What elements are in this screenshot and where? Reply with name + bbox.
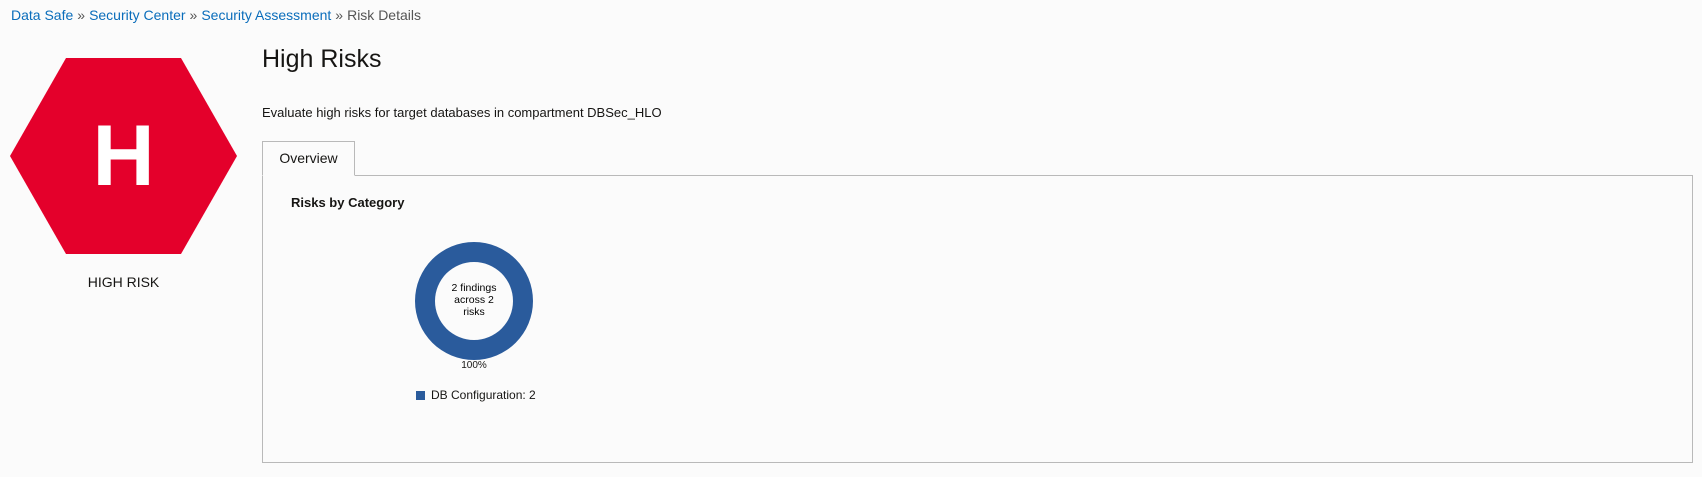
high-risk-hexagon-icon: H — [10, 58, 237, 254]
chart-legend-item[interactable]: DB Configuration: 2 — [416, 388, 536, 402]
legend-label: DB Configuration: 2 — [431, 388, 536, 402]
donut-center-line: 2 findings — [451, 282, 497, 294]
tab-overview[interactable]: Overview — [262, 141, 355, 176]
slice-percent-label: 100% — [461, 360, 487, 371]
page-description: Evaluate high risks for target databases… — [262, 105, 662, 120]
risk-level-label: HIGH RISK — [87, 274, 160, 290]
breadcrumb-current: Risk Details — [347, 7, 421, 23]
breadcrumb: Data Safe» Security Center» Security Asses… — [11, 7, 421, 23]
breadcrumb-link-data-safe[interactable]: Data Safe — [11, 7, 73, 23]
chart-title: Risks by Category — [291, 195, 405, 210]
breadcrumb-link-security-assessment[interactable]: Security Assessment — [201, 7, 331, 23]
legend-swatch — [416, 390, 425, 400]
breadcrumb-separator: » — [335, 7, 344, 23]
breadcrumb-link-security-center[interactable]: Security Center — [89, 7, 185, 23]
page-title: High Risks — [262, 45, 382, 73]
breadcrumb-separator: » — [189, 7, 198, 23]
risk-details-page: Data Safe» Security Center» Security Asses… — [0, 0, 1702, 477]
donut-center-line: risks — [463, 306, 485, 318]
overview-panel: Risks by Category 2 findings across 2 ri… — [262, 175, 1693, 463]
donut-center-label: 2 findings across 2 risks — [414, 282, 534, 318]
donut-center-line: across 2 — [454, 294, 494, 306]
badge-letter: H — [92, 108, 154, 204]
breadcrumb-separator: » — [77, 7, 86, 23]
